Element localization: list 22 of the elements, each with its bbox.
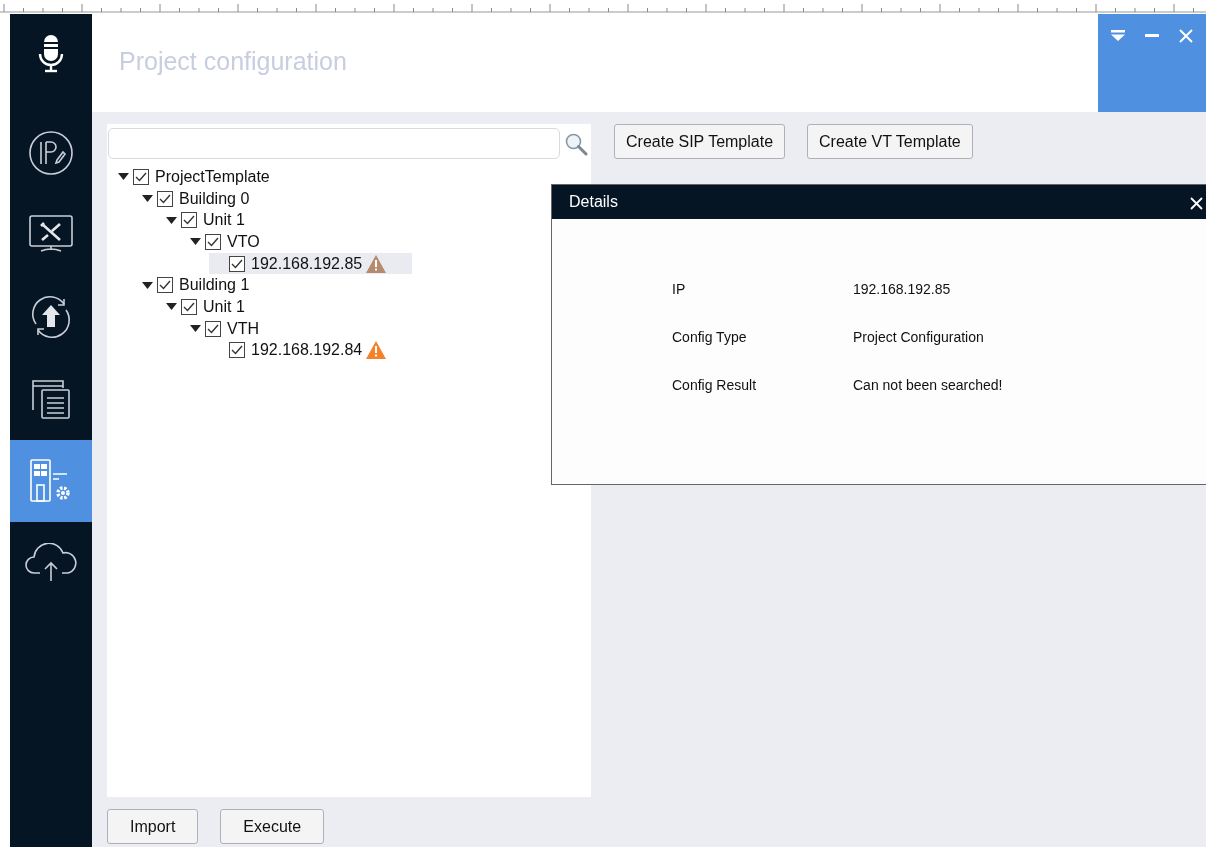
- tree-label: 192.168.192.84: [251, 340, 364, 361]
- tree-label: 192.168.192.85: [251, 253, 364, 274]
- action-button[interactable]: Import: [107, 809, 199, 844]
- detail-value: 192.168.192.85: [853, 280, 952, 298]
- tree-label: Unit 1: [203, 210, 246, 231]
- detail-value: Can not been searched!: [853, 376, 1004, 394]
- tree-label: Building 0: [179, 188, 251, 209]
- tree-label: Unit 1: [203, 296, 246, 317]
- detail-label: Config Result: [672, 376, 758, 394]
- create-template-button[interactable]: Create VT Template: [807, 124, 973, 159]
- tree-row[interactable]: 192.168.192.84: [209, 339, 591, 362]
- detail-label: IP: [672, 280, 687, 298]
- tree-label: VTH: [227, 318, 260, 339]
- create-template-button[interactable]: Create SIP Template: [614, 124, 786, 159]
- tree-label: VTO: [227, 231, 261, 252]
- detail-label: Config Type: [672, 328, 748, 346]
- detail-value: Project Configuration: [853, 328, 985, 346]
- tree-label: Building 1: [179, 275, 251, 296]
- tree-label: ProjectTemplate: [155, 166, 271, 187]
- action-button[interactable]: Execute: [220, 809, 325, 844]
- tree-row[interactable]: 192.168.192.85: [209, 252, 413, 275]
- dialog-title: Details: [569, 192, 618, 212]
